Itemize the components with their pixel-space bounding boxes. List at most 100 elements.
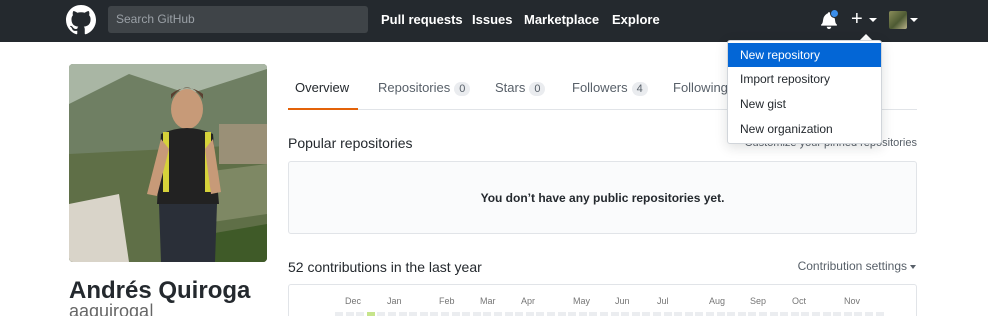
contribution-day-cell[interactable]	[589, 312, 598, 316]
contribution-day-cell[interactable]	[801, 312, 810, 316]
create-new-menu: New repository Import repository New gis…	[727, 40, 882, 144]
contribution-day-cell[interactable]	[854, 312, 863, 316]
nav-explore[interactable]: Explore	[612, 12, 660, 27]
contribution-day-cell[interactable]	[706, 312, 714, 316]
contribution-day-cell[interactable]	[356, 312, 365, 316]
contribution-day-cell[interactable]	[716, 312, 725, 316]
menu-item-new-repository[interactable]: New repository	[728, 43, 881, 67]
month-label: Nov	[844, 296, 861, 306]
contribution-day-cell[interactable]	[727, 312, 736, 316]
contribution-day-cell[interactable]	[515, 312, 524, 316]
contributions-title: 52 contributions in the last year	[288, 259, 482, 275]
contribution-day-cell[interactable]	[578, 312, 587, 316]
empty-repositories-box: You don’t have any public repositories y…	[288, 161, 917, 234]
month-label: Oct	[792, 296, 807, 306]
contribution-day-cell[interactable]	[684, 312, 693, 316]
contribution-day-cell[interactable]	[557, 312, 566, 316]
profile-username: aaquiroga|	[69, 301, 154, 316]
contribution-day-cell[interactable]	[335, 312, 343, 316]
nav-marketplace[interactable]: Marketplace	[524, 12, 599, 27]
tab-label: Overview	[295, 80, 350, 95]
contribution-calendar: Dec Jan Feb Mar Apr May Jun Jul Aug Sep …	[288, 284, 917, 316]
contribution-day-cell[interactable]	[462, 312, 471, 316]
search-input[interactable]: Search GitHub	[108, 6, 368, 33]
tab-followers[interactable]: Followers 4	[572, 80, 648, 96]
tab-repositories[interactable]: Repositories 0	[378, 80, 471, 96]
profile-photo-illustration	[69, 64, 267, 262]
contribution-day-cell[interactable]	[642, 312, 651, 316]
plus-icon[interactable]: +	[851, 7, 863, 31]
tab-stars[interactable]: Stars 0	[495, 80, 546, 96]
contribution-day-cell[interactable]	[875, 312, 884, 316]
contribution-day-cell[interactable]	[547, 312, 555, 316]
tab-label: Followers	[572, 80, 628, 95]
contribution-day-cell[interactable]	[504, 312, 513, 316]
month-label: Dec	[345, 296, 362, 306]
contribution-day-cell[interactable]	[536, 312, 545, 316]
contribution-day-cell[interactable]	[822, 312, 831, 316]
contribution-day-cell[interactable]	[398, 312, 407, 316]
chevron-down-icon[interactable]	[869, 18, 877, 22]
month-label: Jun	[615, 296, 630, 306]
user-avatar-menu[interactable]	[889, 11, 907, 29]
chevron-down-icon[interactable]	[910, 18, 918, 22]
month-label: Mar	[480, 296, 496, 306]
contribution-day-cell[interactable]	[631, 312, 640, 316]
tab-overview[interactable]: Overview	[295, 80, 349, 95]
github-octocat-icon[interactable]	[66, 5, 96, 35]
active-tab-indicator	[288, 108, 358, 110]
contribution-day-cell[interactable]	[621, 312, 630, 316]
contribution-day-cell[interactable]	[748, 312, 757, 316]
contribution-day-cell[interactable]	[737, 312, 746, 316]
contribution-day-cell[interactable]	[525, 312, 534, 316]
contribution-day-cell[interactable]	[494, 312, 502, 316]
contribution-day-cell[interactable]	[833, 312, 842, 316]
contribution-day-cell[interactable]	[865, 312, 873, 316]
contribution-day-cell[interactable]	[653, 312, 661, 316]
contribution-day-cell[interactable]	[483, 312, 492, 316]
tab-following[interactable]: Following	[673, 80, 728, 95]
contribution-day-cell[interactable]	[843, 312, 852, 316]
month-label: Feb	[439, 296, 455, 306]
contribution-day-cell[interactable]	[345, 312, 354, 316]
month-label: Jan	[387, 296, 402, 306]
contribution-day-cell[interactable]	[451, 312, 460, 316]
month-label: Jul	[657, 296, 669, 306]
tab-label: Stars	[495, 80, 526, 95]
contribution-day-cell[interactable]	[430, 312, 439, 316]
top-navbar: Search GitHub Pull requests Issues Marke…	[0, 0, 988, 42]
contribution-day-cell[interactable]	[759, 312, 767, 316]
contribution-day-cell[interactable]	[366, 312, 375, 316]
contribution-day-cell[interactable]	[663, 312, 672, 316]
contribution-day-cell[interactable]	[472, 312, 481, 316]
menu-item-new-gist[interactable]: New gist	[728, 92, 881, 116]
contribution-day-cell[interactable]	[600, 312, 608, 316]
contribution-day-cell[interactable]	[377, 312, 386, 316]
tab-label: Following	[673, 80, 728, 95]
contribution-day-cell[interactable]	[812, 312, 820, 316]
contribution-day-cell[interactable]	[780, 312, 789, 316]
nav-issues[interactable]: Issues	[472, 12, 512, 27]
month-label: Sep	[750, 296, 767, 306]
contribution-day-cell[interactable]	[695, 312, 704, 316]
menu-item-new-organization[interactable]: New organization	[728, 117, 881, 141]
contribution-day-cell[interactable]	[441, 312, 449, 316]
contribution-day-cell[interactable]	[769, 312, 778, 316]
contribution-day-cell[interactable]	[790, 312, 799, 316]
contribution-day-cell[interactable]	[409, 312, 418, 316]
contribution-day-cell[interactable]	[419, 312, 428, 316]
contribution-day-cell[interactable]	[674, 312, 683, 316]
popular-repositories-title: Popular repositories	[288, 135, 413, 151]
month-label: Apr	[521, 296, 536, 306]
counter-badge: 0	[454, 82, 471, 96]
contribution-day-cell[interactable]	[568, 312, 577, 316]
month-label: May	[573, 296, 591, 306]
month-label: Aug	[709, 296, 726, 306]
contribution-day-cell[interactable]	[610, 312, 619, 316]
contribution-day-cell[interactable]	[388, 312, 396, 316]
nav-pull-requests[interactable]: Pull requests	[381, 12, 463, 27]
avatar	[69, 64, 267, 262]
counter-badge: 0	[529, 82, 546, 96]
menu-item-import-repository[interactable]: Import repository	[728, 67, 881, 91]
contribution-settings-button[interactable]: Contribution settings	[798, 259, 916, 273]
